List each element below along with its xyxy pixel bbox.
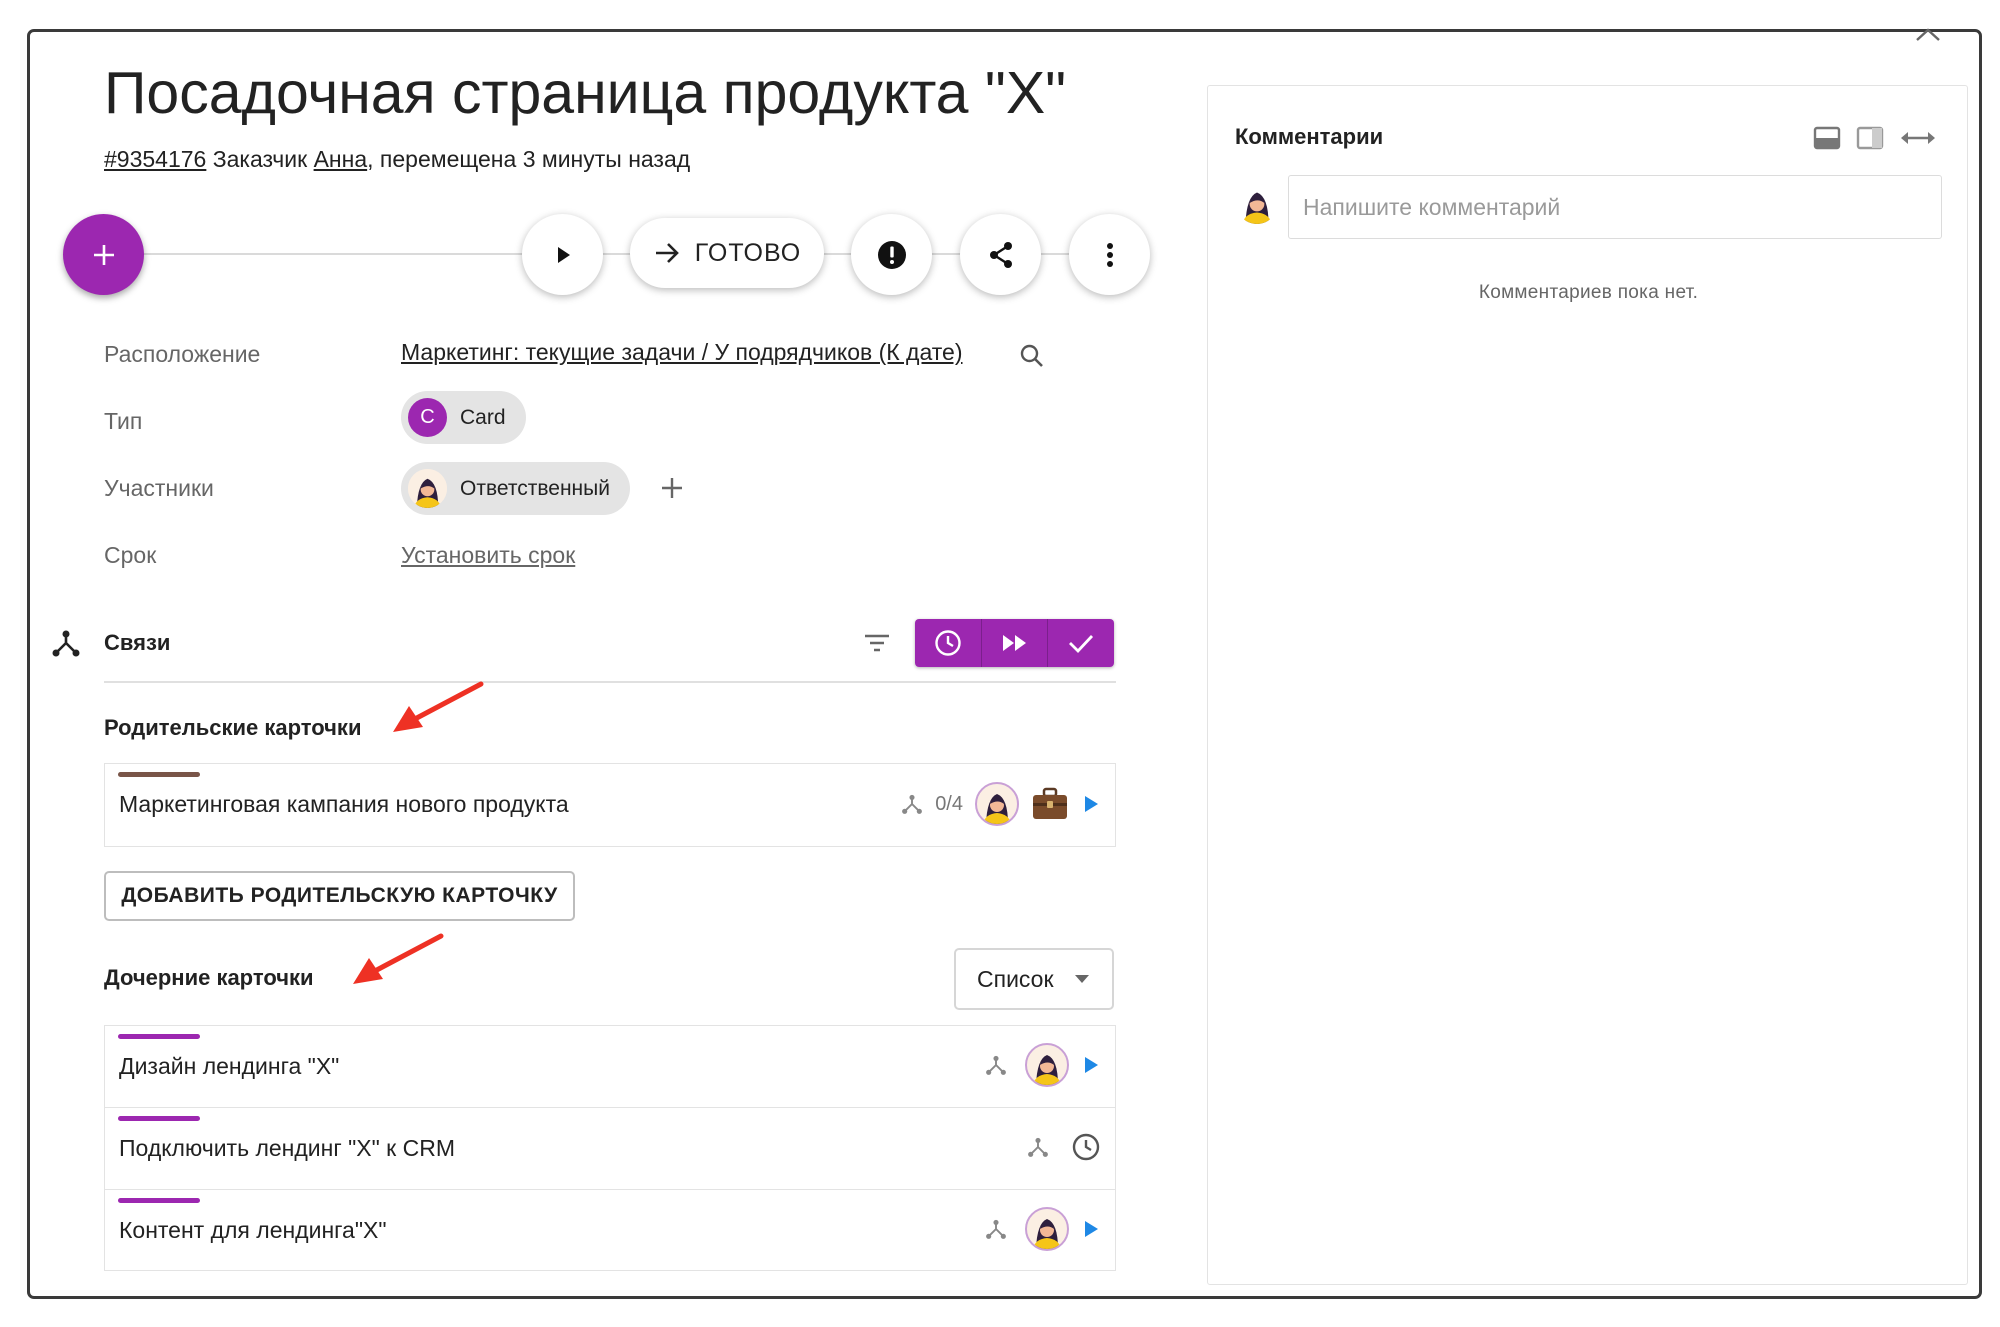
arrow-right-icon (655, 243, 679, 263)
expand-horizontal-icon[interactable] (1899, 130, 1937, 146)
share-icon (989, 241, 1012, 268)
briefcase-icon (1033, 787, 1067, 819)
parent-card-name: Маркетинговая кампания нового продукта (119, 791, 569, 817)
filter-in-progress-button[interactable] (981, 619, 1049, 667)
child-card-row[interactable]: Контент для лендинга"X" (104, 1189, 1116, 1271)
add-member-icon[interactable] (659, 475, 685, 501)
subtasks-count: 0/4 (935, 792, 963, 815)
filter-icon[interactable] (863, 633, 891, 653)
play-icon (557, 246, 570, 263)
clock-icon (1072, 1133, 1100, 1161)
member-avatar (408, 469, 447, 508)
type-chip[interactable]: C Card (401, 391, 526, 444)
card-color-bar (118, 1116, 200, 1121)
card-color-bar (118, 772, 200, 777)
child-card-name: Дизайн лендинга "X" (119, 1053, 340, 1079)
type-value: Card (460, 405, 506, 429)
subtasks-icon (986, 1219, 1006, 1239)
type-label: Тип (104, 408, 143, 434)
card-id-link[interactable]: #9354176 (104, 146, 206, 172)
child-card-meta (985, 1043, 1101, 1087)
card-title[interactable]: Посадочная страница продукта "X" (104, 58, 1066, 128)
subtasks-icon (986, 1055, 1006, 1075)
child-card-row[interactable]: Дизайн лендинга "X" (104, 1025, 1116, 1108)
children-title: Дочерние карточки (104, 965, 314, 990)
share-button[interactable] (960, 214, 1041, 295)
children-view-value: Список (977, 965, 1054, 992)
done-label: ГОТОВО (694, 238, 802, 267)
plus-icon (93, 244, 114, 265)
fast-forward-icon (1002, 635, 1026, 651)
relations-divider (104, 681, 1116, 683)
annotation-arrow (353, 933, 444, 984)
open-card-icon[interactable] (1081, 1219, 1101, 1239)
subtasks-icon (1028, 1137, 1048, 1157)
child-card-meta (1027, 1132, 1101, 1162)
alert-icon (877, 240, 906, 269)
moved-text: , перемещена 3 минуты назад (367, 146, 691, 172)
add-parent-button[interactable]: ДОБАВИТЬ РОДИТЕЛЬСКУЮ КАРТОЧКУ (104, 871, 575, 921)
assignee-avatar (1025, 1043, 1069, 1087)
location-label: Расположение (104, 341, 261, 367)
comments-title: Комментарии (1235, 124, 1384, 149)
filter-pending-button[interactable] (915, 619, 982, 667)
child-card-row[interactable]: Подключить лендинг "X" к CRM (104, 1107, 1116, 1190)
customer-link[interactable]: Анна (314, 146, 368, 172)
search-icon[interactable] (1019, 343, 1045, 369)
collapse-icon[interactable] (1914, 25, 1942, 43)
type-letter-avatar: C (408, 398, 447, 437)
location-link[interactable]: Маркетинг: текущие задачи / У подрядчико… (401, 339, 963, 366)
clock-icon (935, 630, 961, 656)
annotation-arrow (393, 681, 484, 732)
relations-icon (52, 630, 80, 657)
assignee-avatar (975, 782, 1019, 826)
child-card-name: Контент для лендинга"X" (119, 1217, 387, 1243)
relations-filter-group (915, 619, 1114, 667)
child-card-name: Подключить лендинг "X" к CRM (119, 1135, 456, 1161)
card-meta: #9354176 Заказчик Анна, перемещена 3 мин… (104, 144, 690, 174)
layout-side-icon[interactable] (1856, 126, 1884, 150)
done-button[interactable]: ГОТОВО (630, 218, 824, 288)
comments-panel: Комментарии Комментариев пока нет. (1207, 85, 1968, 1285)
customer-prefix: Заказчик (206, 146, 314, 172)
current-user-avatar (1236, 182, 1278, 224)
child-card-meta (985, 1207, 1101, 1251)
open-card-icon[interactable] (1081, 794, 1101, 814)
filter-done-button[interactable] (1048, 619, 1114, 667)
check-icon (1069, 635, 1094, 654)
parent-card-meta: 0/4 (901, 782, 1101, 826)
relations-title: Связи (104, 630, 171, 655)
block-button[interactable] (851, 214, 932, 295)
parent-card-row[interactable]: Маркетинговая кампания нового продукта 0… (104, 763, 1116, 847)
members-label: Участники (104, 475, 214, 501)
chevron-down-icon (1074, 975, 1089, 983)
open-card-icon[interactable] (1081, 1055, 1101, 1075)
subtasks-icon (902, 794, 923, 814)
card-color-bar (118, 1198, 200, 1203)
no-comments-text: Комментариев пока нет. (1478, 282, 1699, 303)
assignee-avatar (1025, 1207, 1069, 1251)
start-button[interactable] (522, 214, 603, 295)
comment-input[interactable] (1288, 175, 1942, 239)
card-color-bar (118, 1034, 200, 1039)
children-view-select[interactable]: Список (954, 948, 1114, 1010)
add-button[interactable] (63, 214, 144, 295)
member-role: Ответственный (460, 476, 610, 500)
more-vertical-icon (1106, 242, 1113, 267)
layout-bottom-icon[interactable] (1813, 126, 1841, 150)
more-button[interactable] (1069, 214, 1150, 295)
set-deadline-link[interactable]: Установить срок (401, 542, 575, 569)
deadline-label: Срок (104, 542, 157, 568)
member-chip[interactable]: Ответственный (401, 462, 630, 515)
parents-title: Родительские карточки (104, 715, 362, 740)
